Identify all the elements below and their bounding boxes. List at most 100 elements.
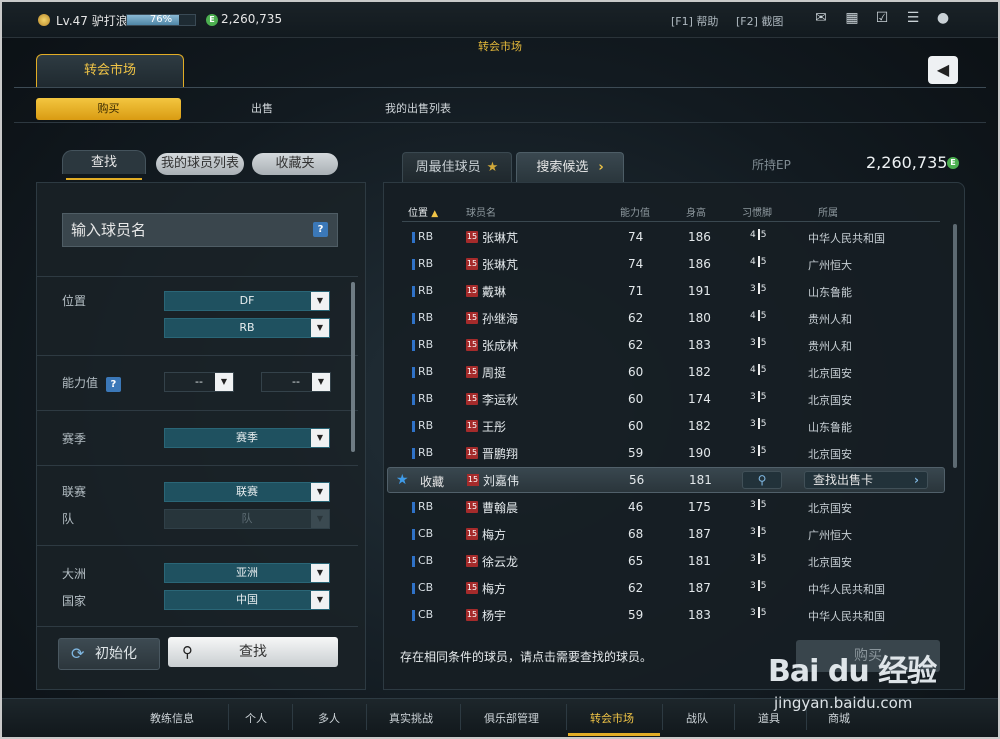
player-club: 北京国安 — [808, 556, 852, 569]
nav-club[interactable]: 俱乐部管理 — [484, 710, 539, 726]
favorite-label[interactable]: 收藏 — [420, 473, 444, 490]
chat-icon[interactable]: ☰ — [904, 10, 922, 26]
ep-label: 所持EP — [752, 158, 791, 172]
nav-multi[interactable]: 多人 — [318, 710, 340, 726]
find-sale-card-label: 查找出售卡 — [813, 473, 874, 487]
nav-items[interactable]: 道具 — [758, 710, 780, 726]
player-ovr: 74 — [628, 257, 644, 271]
preferred-foot: 35 — [750, 526, 767, 537]
tab-my-player-list[interactable]: 我的球员列表 — [156, 153, 244, 175]
subtab-sell[interactable]: 出售 — [226, 98, 298, 120]
player-name-input[interactable]: 输入球员名 ? — [62, 213, 338, 247]
back-button[interactable]: ◀ — [928, 56, 958, 84]
season-badge: 15 — [466, 231, 478, 243]
search-icon[interactable]: ⚲ — [742, 471, 782, 489]
foot-right: 5 — [760, 230, 768, 240]
preferred-foot: 45 — [750, 229, 767, 240]
tab-search-candidates-label: 搜索候选 — [536, 160, 589, 175]
nav-team[interactable]: 战队 — [686, 710, 708, 726]
table-row[interactable]: CB 15 杨宇 59 183 3 5 中华人民共和国 — [402, 602, 940, 629]
header-height[interactable]: 身高 — [686, 204, 706, 219]
help-icon[interactable]: ? — [313, 222, 328, 237]
table-row[interactable]: RB 15 孙继海 62 180 4 5 贵州人和 — [402, 305, 940, 332]
player-height: 186 — [688, 230, 711, 244]
table-row[interactable]: RB 15 戴琳 71 191 3 5 山东鲁能 — [402, 278, 940, 305]
tab-search[interactable]: 查找 — [62, 150, 146, 174]
divider — [36, 545, 358, 546]
table-row[interactable]: RB 15 李运秋 60 174 3 5 北京国安 — [402, 386, 940, 413]
favorite-star-icon[interactable]: ★ — [396, 472, 409, 488]
nav-transfer-market[interactable]: 转会市场 — [590, 710, 634, 726]
calendar-check-icon[interactable]: ☑ — [873, 10, 891, 26]
position-value-2: RB — [239, 321, 255, 334]
grid-icon[interactable]: ▦ — [843, 10, 861, 26]
table-row[interactable]: RB 15 曹翰晨 46 175 3 5 北京国安 — [402, 494, 940, 521]
player-position: RB — [418, 230, 434, 243]
player-club: 贵州人和 — [808, 313, 852, 326]
position-color-bar — [412, 448, 415, 459]
reset-button[interactable]: ⟳ 初始化 — [58, 638, 160, 670]
header-foot[interactable]: 习惯脚 — [742, 204, 772, 219]
header-club[interactable]: 所属 — [818, 204, 838, 219]
table-row[interactable]: RB 15 王彤 60 182 3 5 山东鲁能 — [402, 413, 940, 440]
position-select-2[interactable]: RB ▼ — [164, 318, 330, 338]
tab-weekly-best[interactable]: 周最佳球员 ★ — [402, 152, 512, 182]
tab-transfer-market[interactable]: 转会市场 — [36, 54, 184, 88]
selected-row[interactable]: ★ 收藏 15 刘嘉伟 56 181 ⚲ 查找出售卡 › — [387, 467, 945, 493]
watermark-url: jingyan.baidu.com — [774, 694, 913, 712]
subtab-buy[interactable]: 购买 — [36, 98, 181, 120]
tab-search-candidates[interactable]: 搜索候选 › — [516, 152, 624, 182]
user-icon[interactable]: ● — [934, 10, 952, 26]
subtab-my-sales[interactable]: 我的出售列表 — [370, 98, 466, 120]
table-row[interactable]: CB 15 梅方 68 187 3 5 广州恒大 — [402, 521, 940, 548]
header-name[interactable]: 球员名 — [466, 204, 496, 219]
ovr-min-select[interactable]: -- ▼ — [164, 372, 234, 392]
ovr-help-icon[interactable]: ? — [105, 377, 121, 392]
table-row[interactable]: RB 15 晋鹏翔 59 190 3 5 北京国安 — [402, 440, 940, 467]
player-name: 王彤 — [482, 420, 507, 434]
list-scrollbar[interactable] — [953, 224, 957, 468]
filter-scrollbar[interactable] — [351, 282, 355, 452]
tab-favorites[interactable]: 收藏夹 — [252, 153, 338, 175]
player-ovr: 60 — [628, 365, 644, 379]
position-select-1[interactable]: DF ▼ — [164, 291, 330, 311]
table-row[interactable]: RB 15 张琳芃 74 186 4 5 中华人民共和国 — [402, 224, 940, 251]
chevron-down-icon: ▼ — [311, 591, 329, 609]
help-hotkey[interactable]: [F1] 帮助 — [671, 13, 718, 29]
xp-progress-bar: 76% — [126, 14, 196, 26]
player-height: 181 — [688, 554, 711, 568]
nav-separator — [734, 704, 735, 730]
header-ovr[interactable]: 能力值 — [620, 204, 650, 219]
nav-real-challenge[interactable]: 真实挑战 — [389, 710, 433, 726]
table-row[interactable]: CB 15 徐云龙 65 181 3 5 北京国安 — [402, 548, 940, 575]
foot-separator — [757, 391, 760, 402]
table-row[interactable]: CB 15 梅方 62 187 3 5 中华人民共和国 — [402, 575, 940, 602]
find-sale-card-button[interactable]: 查找出售卡 › — [804, 471, 928, 489]
search-button[interactable]: ⚲ 查找 — [168, 637, 338, 667]
tab-weekly-best-label: 周最佳球员 — [415, 160, 481, 175]
header-position[interactable]: 位置 ▲ — [408, 204, 438, 219]
nav-separator — [366, 704, 367, 730]
continent-select[interactable]: 亚洲 ▼ — [164, 563, 330, 583]
foot-right: 5 — [760, 365, 768, 375]
country-select[interactable]: 中国 ▼ — [164, 590, 330, 610]
foot-right: 5 — [760, 419, 768, 429]
country-value: 中国 — [236, 593, 258, 606]
table-row[interactable]: RB 15 周挺 60 182 4 5 北京国安 — [402, 359, 940, 386]
screenshot-hotkey[interactable]: [F2] 截图 — [736, 13, 783, 29]
page-title: 转会市场 — [478, 40, 522, 53]
player-name-placeholder: 输入球员名 — [71, 221, 147, 239]
nav-single[interactable]: 个人 — [245, 710, 267, 726]
nav-shop[interactable]: 商城 — [828, 710, 850, 726]
mail-icon[interactable]: ✉ — [812, 10, 830, 26]
table-row[interactable]: RB 15 张琳芃 74 186 4 5 广州恒大 — [402, 251, 940, 278]
player-ovr: 62 — [628, 581, 644, 595]
player-ovr: 59 — [628, 446, 644, 460]
nav-manager-info[interactable]: 教练信息 — [150, 710, 194, 726]
player-height: 183 — [688, 608, 711, 622]
ovr-max-select[interactable]: -- ▼ — [261, 372, 331, 392]
league-select[interactable]: 联赛 ▼ — [164, 482, 330, 502]
season-select[interactable]: 赛季 ▼ — [164, 428, 330, 448]
table-row[interactable]: RB 15 张成林 62 183 3 5 贵州人和 — [402, 332, 940, 359]
player-height: 191 — [688, 284, 711, 298]
